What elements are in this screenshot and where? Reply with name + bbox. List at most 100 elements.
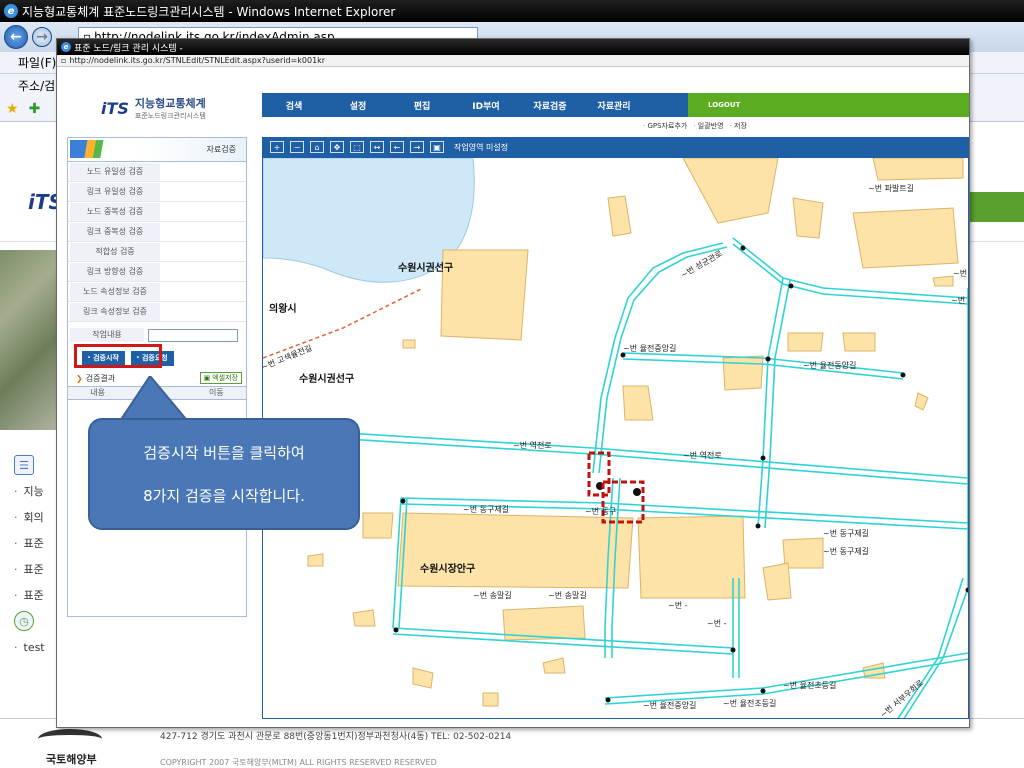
work-content-row: 작업내용 bbox=[68, 326, 246, 344]
block bbox=[542, 657, 566, 674]
verify-option-label: 링크 방향성 검증 bbox=[70, 262, 160, 281]
node bbox=[633, 488, 641, 496]
bg-aerial-image bbox=[0, 250, 60, 430]
callout-line-2: 8가지 검증을 시작합니다. bbox=[143, 487, 305, 505]
verify-option-row[interactable]: 링크 유일성 검증 bbox=[68, 182, 246, 202]
node bbox=[740, 245, 746, 251]
sub-nav: · GPS자료추가 · 일괄반영 · 저장 bbox=[643, 121, 747, 131]
back-icon[interactable]: ← bbox=[4, 25, 28, 49]
extent-icon[interactable]: ▣ bbox=[430, 141, 444, 153]
verify-panel-header: 자료검증 bbox=[68, 138, 246, 162]
map-label-area: 수원시권선구 bbox=[299, 372, 354, 385]
block bbox=[762, 562, 792, 601]
page-icon: ▫ bbox=[61, 56, 67, 65]
callout-line-1: 검증시작 버튼을 클릭하여 bbox=[143, 444, 305, 462]
favorites-star-icon[interactable]: ★ bbox=[6, 101, 19, 117]
verify-start-button[interactable]: • 검증시작 bbox=[82, 350, 125, 366]
verify-option-label: 링크 유일성 검증 bbox=[70, 182, 160, 201]
map-label-area: 수원시권선구 bbox=[398, 261, 453, 274]
block bbox=[402, 339, 416, 349]
map-status: 작업영역 미설정 bbox=[454, 142, 509, 152]
verify-option-row[interactable]: 링크 중복성 검증 bbox=[68, 222, 246, 242]
nav-edit[interactable]: 편집 bbox=[390, 99, 454, 112]
add-favorite-icon[interactable]: ✚ bbox=[29, 101, 41, 117]
measure-icon[interactable]: ↔ bbox=[370, 141, 384, 153]
nav-id-assign[interactable]: ID부여 bbox=[454, 99, 518, 112]
links-label[interactable]: 주소/검 bbox=[18, 77, 55, 94]
ministry-logo-icon bbox=[38, 729, 102, 749]
node bbox=[755, 523, 761, 529]
verify-option-row[interactable]: 적합성 검증 bbox=[68, 242, 246, 262]
verify-option-value bbox=[160, 283, 246, 301]
nav-search[interactable]: 검색 bbox=[262, 99, 326, 112]
clock-icon: ◷ bbox=[14, 611, 34, 631]
sub-nav-gps: · GPS자료추가 bbox=[643, 122, 688, 130]
road-label: ~번 동구제길 bbox=[823, 547, 869, 556]
block bbox=[932, 275, 954, 287]
map-canvas[interactable]: 수원시권선구 의왕시 수원시권선구 수원시장안구 ~번 파발트길 ~번 성균관로… bbox=[262, 157, 969, 719]
node bbox=[900, 372, 906, 378]
home-icon[interactable]: ⌂ bbox=[310, 141, 324, 153]
block bbox=[482, 692, 499, 707]
verify-option-row[interactable]: 링크 방향성 검증 bbox=[68, 262, 246, 282]
verify-option-row[interactable]: 링크 속성정보 검증 bbox=[68, 302, 246, 322]
road bbox=[903, 587, 968, 718]
pan-icon[interactable]: ✥ bbox=[330, 141, 344, 153]
block bbox=[440, 249, 529, 341]
verify-option-row[interactable]: 노드 속성정보 검증 bbox=[68, 282, 246, 302]
verify-option-label: 노드 속성정보 검증 bbox=[70, 282, 160, 301]
bg-green-bar bbox=[968, 192, 1024, 222]
zoom-in-icon[interactable]: + bbox=[270, 141, 284, 153]
road-network bbox=[263, 237, 968, 718]
footer-copyright: COPYRIGHT 2007 국토해양부(MLTM) ALL RIGHTS RE… bbox=[160, 758, 437, 767]
nav-data-manage[interactable]: 자료관리 bbox=[582, 99, 646, 112]
notice-icon: ☰ bbox=[14, 455, 34, 475]
map-label-area: 수원시장안구 bbox=[420, 562, 475, 575]
block bbox=[782, 537, 824, 569]
forward-icon[interactable]: → bbox=[32, 27, 52, 47]
logout-button[interactable]: LOGOUT bbox=[688, 93, 969, 117]
road-label: ~번 - bbox=[668, 601, 688, 610]
select-icon[interactable]: ⬚ bbox=[350, 141, 364, 153]
footer-address: 427-712 경기도 과천시 관문로 88번(중앙동1번지)정부과천청사(4동… bbox=[160, 732, 512, 742]
block bbox=[722, 355, 764, 391]
zoom-out-icon[interactable]: − bbox=[290, 141, 304, 153]
verify-option-label: 링크 속성정보 검증 bbox=[70, 302, 160, 321]
excel-icon: ▣ bbox=[203, 374, 211, 382]
road-label: ~번 율전중앙길 bbox=[643, 700, 696, 710]
verify-request-button[interactable]: • 검증요청 bbox=[130, 350, 174, 366]
verify-option-row[interactable]: 노드 유일성 검증 bbox=[68, 162, 246, 182]
block bbox=[682, 158, 779, 224]
block bbox=[307, 553, 324, 567]
top-nav: 검색 설정 편집 ID부여 자료검증 자료관리 LOGOUT bbox=[262, 93, 969, 117]
verify-option-label: 노드 유일성 검증 bbox=[70, 162, 160, 181]
verify-option-value bbox=[160, 303, 246, 321]
road-label: ~번 율전동양길 bbox=[803, 360, 856, 370]
forward-icon[interactable]: → bbox=[410, 141, 424, 153]
road bbox=[592, 242, 724, 474]
map-toolbar: + − ⌂ ✥ ⬚ ↔ ← → ▣ 작업영역 미설정 bbox=[262, 137, 969, 157]
instruction-callout: 검증시작 버튼을 클릭하여 8가지 검증을 시작합니다. bbox=[88, 418, 360, 530]
road-label: ~번 율전초등길 bbox=[723, 698, 776, 708]
road-label: ~번 고색율전길 bbox=[263, 343, 313, 372]
node bbox=[400, 498, 406, 504]
callout-tail bbox=[118, 376, 192, 424]
nav-settings[interactable]: 설정 bbox=[326, 99, 390, 112]
app-title: 지능형교통체계 bbox=[134, 97, 206, 110]
node bbox=[765, 356, 771, 362]
excel-save-button[interactable]: ▣ 엑셀저장 bbox=[199, 372, 242, 384]
panel-deco-icon bbox=[70, 140, 124, 158]
verify-option-value bbox=[160, 223, 246, 241]
nav-data-verify[interactable]: 자료검증 bbox=[518, 99, 582, 112]
road-label: ~번 율전초등길 bbox=[783, 680, 836, 690]
block bbox=[607, 195, 632, 237]
ie-logo-icon: e bbox=[4, 4, 18, 18]
verify-option-value bbox=[160, 163, 246, 181]
road bbox=[764, 279, 791, 529]
menu-file[interactable]: 파일(F) bbox=[18, 54, 56, 71]
ie-logo-icon: e bbox=[61, 42, 71, 52]
work-content-input[interactable] bbox=[148, 328, 238, 342]
back-icon[interactable]: ← bbox=[390, 141, 404, 153]
node bbox=[788, 283, 794, 289]
verify-option-row[interactable]: 노드 중복성 검증 bbox=[68, 202, 246, 222]
